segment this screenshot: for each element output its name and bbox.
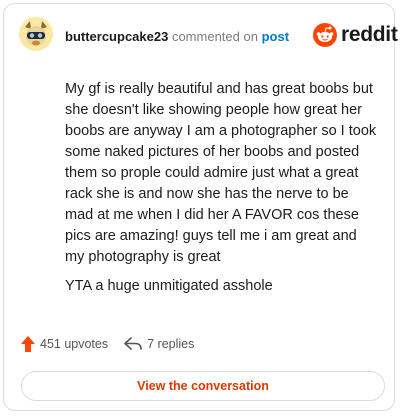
brand-wordmark: reddit: [341, 23, 398, 46]
reddit-snoo-icon: [313, 23, 337, 47]
comment-body: My gf is really beautiful and has great …: [65, 81, 377, 265]
upvotes-count: 451 upvotes: [40, 337, 109, 351]
comment-card: buttercupcake23 commented on post reddit…: [3, 3, 398, 411]
username[interactable]: buttercupcake23: [65, 29, 168, 44]
comment-reply: YTA a huge unmitigated asshole: [65, 278, 273, 294]
action-text: commented on: [171, 29, 258, 44]
replies-count: 7 replies: [147, 337, 195, 351]
avatar-icon: [19, 17, 53, 51]
post-link[interactable]: post: [262, 29, 289, 44]
upvotes-stat[interactable]: 451 upvotes: [21, 336, 108, 352]
reply-arrow-icon: [124, 337, 142, 350]
replies-stat[interactable]: 7 replies: [124, 337, 194, 351]
upvote-arrow-icon: [21, 336, 35, 352]
comment-header: buttercupcake23 commented on post: [65, 29, 289, 44]
comment-stats: 451 upvotes 7 replies: [21, 336, 194, 352]
reddit-logo[interactable]: reddit: [313, 23, 398, 47]
view-conversation-button[interactable]: View the conversation: [21, 371, 385, 401]
avatar[interactable]: [19, 17, 53, 51]
